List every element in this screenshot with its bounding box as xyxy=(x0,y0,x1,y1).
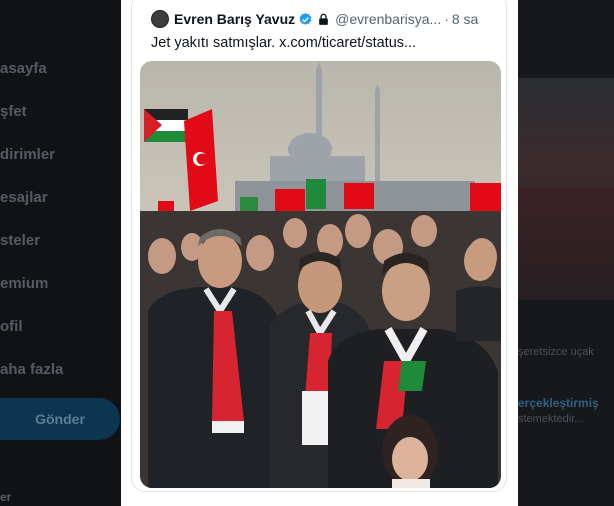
background-text-3: stemektedir... xyxy=(518,413,584,425)
turkish-flag-left xyxy=(184,109,218,211)
nav-item-lists[interactable]: steler xyxy=(0,232,40,249)
nav-account-label[interactable]: er xyxy=(0,490,11,504)
post-photo[interactable] xyxy=(140,61,501,488)
verified-badge-icon xyxy=(299,12,312,25)
right-timeline-background: şeretsizce uçak erçekleştirmiş stemekted… xyxy=(518,0,614,506)
background-post-image xyxy=(518,78,614,300)
lock-icon xyxy=(319,13,328,25)
post-timestamp[interactable]: 8 sa xyxy=(452,11,478,27)
nav-item-notifications[interactable]: dirimler xyxy=(0,146,55,163)
post-author-row[interactable]: Evren Barış Yavuz @evrenbarisya... · 8 s… xyxy=(151,9,478,29)
nav-item-home[interactable]: asayfa xyxy=(0,60,47,77)
nav-item-explore[interactable]: şfet xyxy=(0,103,27,120)
nav-item-premium[interactable]: emium xyxy=(0,275,48,292)
background-text-1: şeretsizce uçak xyxy=(518,346,594,358)
avatar[interactable] xyxy=(151,10,169,28)
post-text: Jet yakıtı satmışlar. x.com/ticaret/stat… xyxy=(151,35,417,51)
quoted-post-card[interactable]: Evren Barış Yavuz @evrenbarisya... · 8 s… xyxy=(121,0,518,506)
background-text-2: erçekleştirmiş xyxy=(518,396,599,410)
author-handle[interactable]: @evrenbarisya... xyxy=(335,11,441,27)
separator-dot: · xyxy=(444,11,449,27)
palestine-flag xyxy=(144,109,188,142)
nav-item-messages[interactable]: esajlar xyxy=(0,189,48,206)
nav-item-profile[interactable]: ofil xyxy=(0,318,23,335)
post-button[interactable]: Gönder xyxy=(0,398,120,440)
crowd-photo-illustration xyxy=(140,61,501,488)
left-navigation: asayfa şfet dirimler esajlar steler emiu… xyxy=(0,0,120,506)
post-button-label: Gönder xyxy=(35,411,85,427)
nav-item-more[interactable]: aha fazla xyxy=(0,361,63,378)
author-name[interactable]: Evren Barış Yavuz xyxy=(174,11,295,27)
